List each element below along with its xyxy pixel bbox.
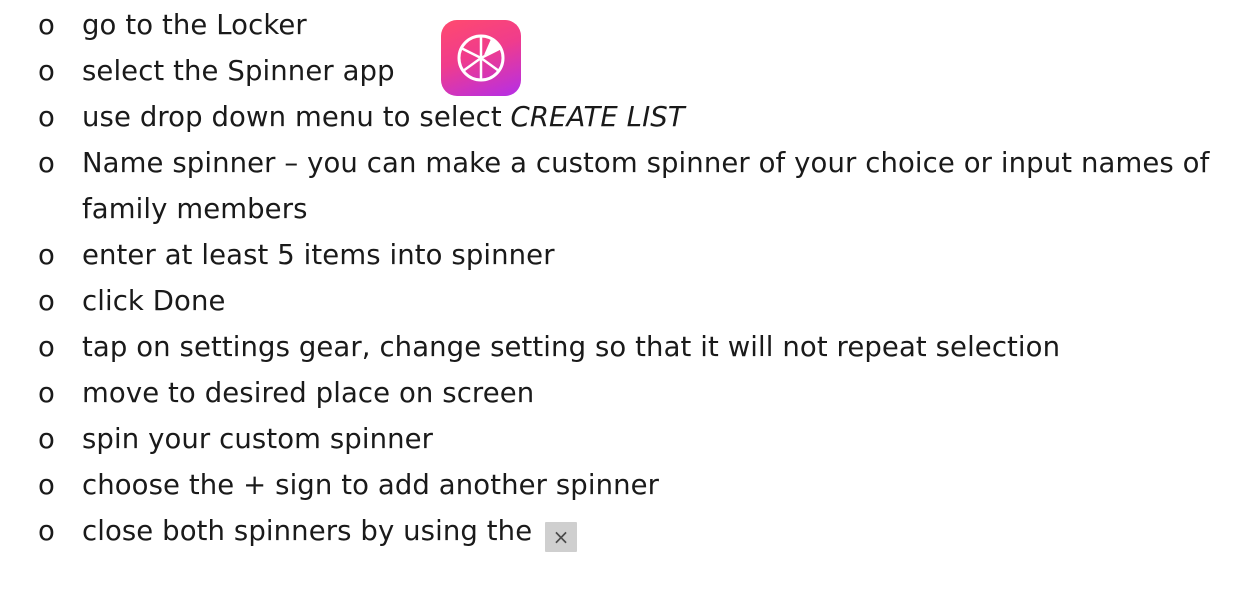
bullet: o bbox=[38, 469, 55, 501]
list-item-text: close both spinners by using the bbox=[82, 515, 533, 547]
list-item-text: go to the Locker bbox=[82, 9, 307, 41]
bullet: o bbox=[38, 147, 55, 179]
list-item: o move to desired place on screen bbox=[38, 370, 1238, 416]
list-item-text: Name spinner – you can make a custom spi… bbox=[82, 147, 1210, 225]
list-item-text: select the Spinner app bbox=[82, 55, 395, 87]
list-item-text: enter at least 5 items into spinner bbox=[82, 239, 555, 271]
list-item: o spin your custom spinner bbox=[38, 416, 1238, 462]
list-item-text: tap on settings gear, change setting so … bbox=[82, 331, 1061, 363]
bullet: o bbox=[38, 239, 55, 271]
list-item: o tap on settings gear, change setting s… bbox=[38, 324, 1238, 370]
list-item-text: move to desired place on screen bbox=[82, 377, 535, 409]
list-item-text: spin your custom spinner bbox=[82, 423, 434, 455]
list-item-text: use drop down menu to select bbox=[82, 101, 511, 133]
instruction-list: o go to the Locker o select the Spinner … bbox=[38, 2, 1238, 554]
bullet: o bbox=[38, 423, 55, 455]
bullet: o bbox=[38, 377, 55, 409]
list-item: o use drop down menu to select CREATE LI… bbox=[38, 94, 1238, 140]
list-item: o click Done bbox=[38, 278, 1238, 324]
bullet: o bbox=[38, 515, 55, 547]
emphasis-text: CREATE LIST bbox=[510, 101, 685, 133]
close-x-icon: × bbox=[545, 522, 578, 552]
bullet: o bbox=[38, 331, 55, 363]
bullet: o bbox=[38, 101, 55, 133]
list-item: o choose the + sign to add another spinn… bbox=[38, 462, 1238, 508]
list-item: o enter at least 5 items into spinner bbox=[38, 232, 1238, 278]
bullet: o bbox=[38, 9, 55, 41]
list-item: o Name spinner – you can make a custom s… bbox=[38, 140, 1238, 232]
list-item: o close both spinners by using the × bbox=[38, 508, 1238, 554]
list-item-text: click Done bbox=[82, 285, 226, 317]
list-item-text: choose the + sign to add another spinner bbox=[82, 469, 660, 501]
list-item: o go to the Locker bbox=[38, 2, 1238, 48]
bullet: o bbox=[38, 285, 55, 317]
spinner-wheel-icon bbox=[457, 34, 505, 82]
bullet: o bbox=[38, 55, 55, 87]
list-item: o select the Spinner app bbox=[38, 48, 1238, 94]
spinner-app-icon bbox=[441, 20, 521, 96]
